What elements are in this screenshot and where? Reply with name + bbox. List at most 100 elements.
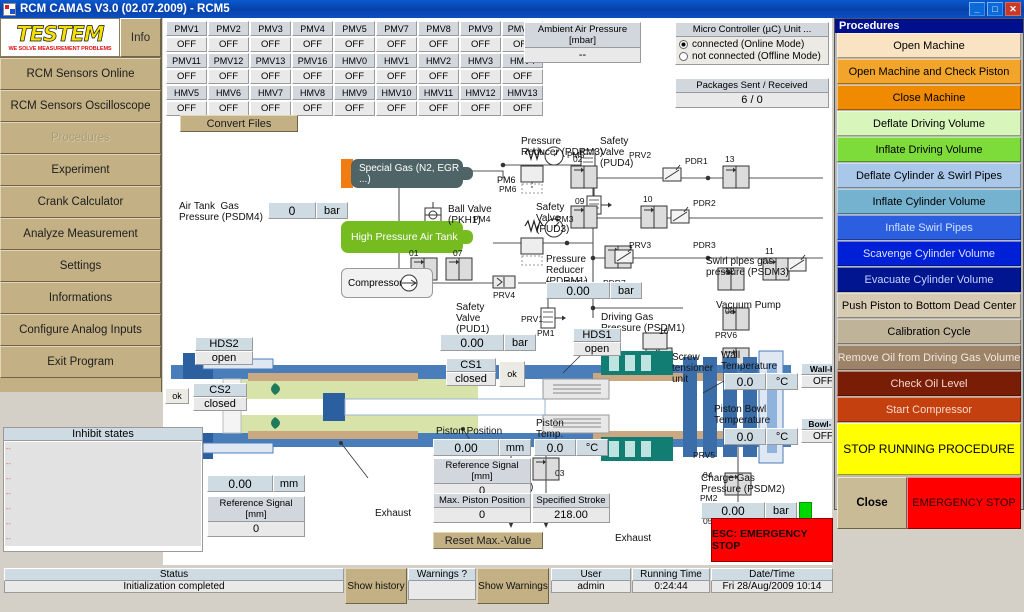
valve-state-HMV10[interactable]: OFF xyxy=(376,101,417,116)
piston-position-unit-left: mm xyxy=(273,475,305,492)
procedures-title: Procedures xyxy=(835,19,1023,33)
procedure-button-inflate-cylinder-volume[interactable]: Inflate Cylinder Volume xyxy=(837,189,1021,214)
special-gas-tank: Special Gas (N2, EGR, ...) xyxy=(341,159,473,188)
packages-panel: Packages Sent / Received 6 / 0 xyxy=(675,78,829,108)
valve-state-HMV1[interactable]: OFF xyxy=(376,69,417,84)
info-button[interactable]: Info xyxy=(120,18,161,57)
procedure-button-open-machine[interactable]: Open Machine xyxy=(837,33,1021,58)
sidebar-logo-row: TESTEM WE SOLVE MEASUREMENT PROBLEMS Inf… xyxy=(0,18,161,58)
procedure-button-open-machine-and-check-piston[interactable]: Open Machine and Check Piston xyxy=(837,59,1021,84)
procedure-button-inflate-swirl-pipes[interactable]: Inflate Swirl Pipes xyxy=(837,215,1021,240)
procedure-button-deflate-driving-volume[interactable]: Deflate Driving Volume xyxy=(837,111,1021,136)
sidebar-item-settings[interactable]: Settings xyxy=(0,250,161,282)
status-value: Initialization completed xyxy=(4,581,344,593)
sidebar-item-analyze-measurement[interactable]: Analyze Measurement xyxy=(0,218,161,250)
valve-state-HMV2[interactable]: OFF xyxy=(418,69,459,84)
schematic-tag-PRV3: PRV3 xyxy=(629,240,652,250)
procedure-button-push-piston-to-bottom-dead-center[interactable]: Push Piston to Bottom Dead Center xyxy=(837,293,1021,318)
emergency-stop-button[interactable]: EMERGENCY STOP xyxy=(907,477,1021,529)
specified-stroke-value: 218.00 xyxy=(533,508,609,522)
radio-offline[interactable]: not connected (Offline Mode) xyxy=(679,51,825,62)
procedure-button-scavenge-cylinder-volume[interactable]: Scavenge Cylinder Volume xyxy=(837,241,1021,266)
esc-emergency-stop-button[interactable]: ESC: EMERGENCY STOP xyxy=(711,518,833,562)
reset-max-value-button[interactable]: Reset Max.-Value xyxy=(433,532,543,549)
warnings-panel: Warnings ? xyxy=(408,568,476,600)
cs2-ok-label: ok xyxy=(172,391,182,401)
close-button[interactable]: ✕ xyxy=(1005,2,1021,16)
valve-state-HMV0[interactable]: OFF xyxy=(334,69,375,84)
sidebar-item-configure-analog-inputs[interactable]: Configure Analog Inputs xyxy=(0,314,161,346)
sidebar-item-experiment[interactable]: Experiment xyxy=(0,154,161,186)
running-time-panel: Running Time 0:24:44 xyxy=(632,568,710,593)
stop-running-procedure-button[interactable]: STOP RUNNING PROCEDURE xyxy=(837,423,1021,475)
valve-state-HMV11[interactable]: OFF xyxy=(418,101,459,116)
valve-name-PMV1: PMV1 xyxy=(166,21,207,36)
special-gas-label: Special Gas (N2, EGR, ...) xyxy=(351,159,463,188)
air-tank-pressure-unit: bar xyxy=(316,202,348,219)
sidebar-item-rcm-sensors-oscilloscope[interactable]: RCM Sensors Oscilloscope xyxy=(0,90,161,122)
radio-online[interactable]: connected (Online Mode) xyxy=(679,39,825,50)
swirl-pressure-value: 0.00 xyxy=(546,282,610,299)
valve-state-HMV9[interactable]: OFF xyxy=(334,101,375,116)
inhibit-states-panel: Inhibit states -- -- -- -- -- -- -- xyxy=(3,427,203,552)
procedure-button-deflate-cylinder-swirl-pipes[interactable]: Deflate Cylinder & Swirl Pipes xyxy=(837,163,1021,188)
logo-tagline: WE SOLVE MEASUREMENT PROBLEMS xyxy=(8,45,112,52)
convert-files-button[interactable]: Convert Files xyxy=(180,115,298,132)
wall-heater-name: Wall-H xyxy=(801,363,832,375)
label-exhaust-right: Exhaust xyxy=(615,533,652,544)
procedure-button-start-compressor[interactable]: Start Compressor xyxy=(837,397,1021,422)
valve-state-HMV12[interactable]: OFF xyxy=(460,101,501,116)
user-panel: User admin xyxy=(551,568,631,593)
valve-state-HMV4[interactable]: OFF xyxy=(502,69,543,84)
running-time-value: 0:24:44 xyxy=(632,581,710,593)
valve-state-PMV7[interactable]: OFF xyxy=(376,37,417,52)
procedure-button-remove-oil-from-driving-gas-volume[interactable]: Remove Oil from Driving Gas Volume xyxy=(837,345,1021,370)
valve-state-PMV5[interactable]: OFF xyxy=(334,37,375,52)
valve-state-HMV13[interactable]: OFF xyxy=(502,101,543,116)
schematic-tag-PM6: PM6 xyxy=(499,184,517,194)
procedure-button-close-machine[interactable]: Close Machine xyxy=(837,85,1021,110)
valve-grid: PMV1 PMV2 PMV3 PMV4 PMV5 PMV7 PMV8 PMV9 PMV10 OFF… xyxy=(166,21,544,117)
procedure-button-check-oil-level[interactable]: Check Oil Level xyxy=(837,371,1021,396)
swirl-pressure-unit: bar xyxy=(610,282,642,299)
maximize-button[interactable]: □ xyxy=(987,2,1003,16)
sidebar-item-exit-program[interactable]: Exit Program xyxy=(0,346,161,378)
schematic-tag-16: 16 xyxy=(659,326,669,336)
valve-state-PMV11[interactable]: OFF xyxy=(166,69,207,84)
valve-state-HMV6[interactable]: OFF xyxy=(208,101,249,116)
valve-state-HMV8[interactable]: OFF xyxy=(292,101,333,116)
warnings-label: Warnings ? xyxy=(408,568,476,581)
hds1-name: HDS1 xyxy=(573,328,621,342)
sidebar-item-crank-calculator[interactable]: Crank Calculator xyxy=(0,186,161,218)
valve-state-HMV7[interactable]: OFF xyxy=(250,101,291,116)
valve-state-PMV4[interactable]: OFF xyxy=(292,37,333,52)
procedure-button-evacuate-cylinder-volume[interactable]: Evacuate Cylinder Volume xyxy=(837,267,1021,292)
sidebar-item-rcm-sensors-online[interactable]: RCM Sensors Online xyxy=(0,58,161,90)
valve-state-PMV8[interactable]: OFF xyxy=(418,37,459,52)
valve-state-PMV12[interactable]: OFF xyxy=(208,69,249,84)
valve-state-PMV9[interactable]: OFF xyxy=(460,37,501,52)
show-warnings-button[interactable]: Show Warnings xyxy=(477,568,549,604)
valve-state-PMV16[interactable]: OFF xyxy=(292,69,333,84)
valve-state-HMV3[interactable]: OFF xyxy=(460,69,501,84)
inhibit-states-list[interactable]: -- -- -- -- -- -- -- xyxy=(5,442,201,546)
valve-state-PMV2[interactable]: OFF xyxy=(208,37,249,52)
valve-state-PMV3[interactable]: OFF xyxy=(250,37,291,52)
procedure-button-calibration-cycle[interactable]: Calibration Cycle xyxy=(837,319,1021,344)
valve-state-PMV1[interactable]: OFF xyxy=(166,37,207,52)
valve-state-PMV13[interactable]: OFF xyxy=(250,69,291,84)
close-procedures-button[interactable]: Close xyxy=(837,477,907,529)
valve-state-HMV5[interactable]: OFF xyxy=(166,101,207,116)
max-piston-position-value: 0 xyxy=(434,508,530,522)
sidebar-item-informations[interactable]: Informations xyxy=(0,282,161,314)
minimize-button[interactable]: _ xyxy=(969,2,985,16)
schematic-panel: PMV1 PMV2 PMV3 PMV4 PMV5 PMV7 PMV8 PMV9 PMV10 OFF… xyxy=(163,18,832,565)
show-history-button[interactable]: Show history xyxy=(345,568,407,604)
procedure-button-inflate-driving-volume[interactable]: Inflate Driving Volume xyxy=(837,137,1021,162)
valve-name-PMV16: PMV16 xyxy=(292,53,333,68)
air-tank-pressure-value: 0 xyxy=(268,202,316,219)
ambient-pressure-label: Ambient Air Pressure [mbar] xyxy=(525,23,640,48)
schematic-tag-PDR3: PDR3 xyxy=(693,240,716,250)
compressor-label: Compressor xyxy=(348,277,403,289)
logo-wordmark: TESTEM xyxy=(16,21,105,46)
